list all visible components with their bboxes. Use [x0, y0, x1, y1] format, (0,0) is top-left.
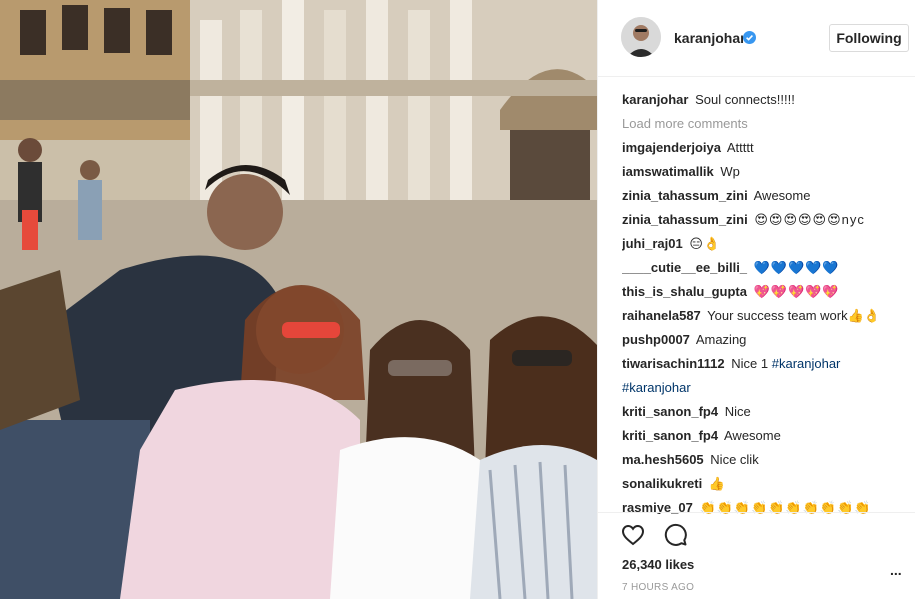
comment-username[interactable]: raihanela587 — [622, 308, 701, 323]
comment-username[interactable]: iamswatimallik — [622, 164, 714, 179]
comment-text: Awesome — [724, 428, 781, 443]
comment-item: imgajenderjoiya Attttt — [622, 136, 912, 160]
comment-username[interactable]: zinia_tahassum_zini — [622, 212, 748, 227]
comment-item: zinia_tahassum_zini 😍😍😍😍😍😍nyc — [622, 208, 912, 232]
comment-item: juhi_raj01 😑👌 — [622, 232, 912, 256]
comment-username[interactable]: ma.hesh5605 — [622, 452, 704, 467]
comment-username[interactable]: imgajenderjoiya — [622, 140, 721, 155]
comment-text: Amazing — [695, 332, 747, 347]
comment-item: ma.hesh5605 Nice clik — [622, 448, 912, 472]
comment-username[interactable]: juhi_raj01 — [622, 236, 683, 251]
post-sidebar: karanjohar Following karanjohar Soul con… — [597, 0, 915, 599]
comment-text: 💙💙💙💙💙 — [753, 260, 840, 275]
comment-text: Nice clik — [710, 452, 759, 467]
comment-text: Nice 1 — [731, 356, 769, 371]
caption-text: Soul connects!!!!! — [695, 92, 795, 107]
comment-text: 💖💖💖💖💖 — [753, 284, 840, 299]
comment-text: 😍😍😍😍😍😍nyc — [754, 212, 865, 227]
comment-username[interactable]: ____cutie__ee_billi_ — [622, 260, 747, 275]
heart-icon[interactable] — [621, 523, 645, 547]
post-timestamp[interactable]: 7 HOURS AGO — [622, 582, 694, 593]
comment-text: Attttt — [726, 140, 754, 155]
comment-username[interactable]: tiwarisachin1112 — [622, 356, 725, 371]
post-actions: 26,340 likes 7 HOURS AGO ... — [598, 512, 915, 599]
post-author-username[interactable]: karanjohar — [674, 30, 746, 46]
comment-username[interactable]: pushp0007 — [622, 332, 690, 347]
comment-item: zinia_tahassum_zini Awesome — [622, 184, 912, 208]
comment-text: Wp — [720, 164, 740, 179]
more-options-icon[interactable]: ... — [890, 563, 910, 577]
comment-username[interactable]: this_is_shalu_gupta — [622, 284, 747, 299]
comment-item: ____cutie__ee_billi_ 💙💙💙💙💙 — [622, 256, 912, 280]
comment-username[interactable]: sonalikukreti — [622, 476, 702, 491]
post-header: karanjohar Following — [598, 0, 915, 77]
comment-text: Your success team work👍👌 — [707, 308, 880, 323]
comment-text: 👍 — [708, 476, 727, 491]
comment-item: pushp0007 Amazing — [622, 328, 912, 352]
comment-username[interactable]: kriti_sanon_fp4 — [622, 428, 718, 443]
likes-count[interactable]: 26,340 likes — [622, 557, 694, 572]
load-more-comments-link[interactable]: Load more comments — [622, 112, 912, 136]
comments-list: karanjohar Soul connects!!!!! Load more … — [622, 88, 912, 514]
comment-text: 😑👌 — [689, 236, 722, 251]
comment-item: kriti_sanon_fp4 Nice — [622, 400, 912, 424]
comment-username[interactable]: kriti_sanon_fp4 — [622, 404, 718, 419]
post-photo — [0, 0, 597, 599]
hashtag-link[interactable]: #karanjohar — [622, 380, 691, 395]
comment-item: iamswatimallik Wp — [622, 160, 912, 184]
comment-item: kriti_sanon_fp4 Awesome — [622, 424, 912, 448]
comment-text: Nice — [724, 404, 751, 419]
comment-item: tiwarisachin1112 Nice 1 #karanjohar #kar… — [622, 352, 912, 400]
comment-item: sonalikukreti 👍 — [622, 472, 912, 496]
comment-bubble-icon[interactable] — [664, 523, 688, 547]
caption-username[interactable]: karanjohar — [622, 92, 688, 107]
caption: karanjohar Soul connects!!!!! — [622, 88, 912, 112]
following-button[interactable]: Following — [829, 24, 909, 52]
comment-item: raihanela587 Your success team work👍👌 — [622, 304, 912, 328]
comment-item: this_is_shalu_gupta 💖💖💖💖💖 — [622, 280, 912, 304]
hashtag-link[interactable]: #karanjohar — [772, 356, 841, 371]
verified-badge-icon — [743, 31, 756, 44]
comment-text: Awesome — [753, 188, 811, 203]
avatar[interactable] — [621, 17, 661, 57]
comment-username[interactable]: zinia_tahassum_zini — [622, 188, 748, 203]
